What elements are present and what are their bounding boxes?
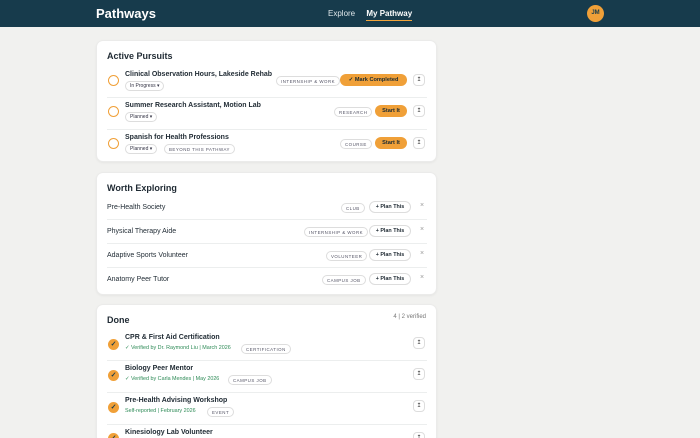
verification-note: ✓ Verified by Dr. Raymond Liu | March 20… bbox=[125, 345, 231, 351]
upload-icon[interactable]: ↥ bbox=[413, 74, 425, 86]
close-icon[interactable]: × bbox=[420, 202, 424, 209]
explore-title: Pre-Health Society bbox=[107, 204, 166, 211]
pursuit-title: Clinical Observation Hours, Lakeside Reh… bbox=[125, 71, 273, 78]
status-dropdown[interactable]: Planned ▾ bbox=[125, 144, 158, 154]
mark-completed-button[interactable]: ✓ Mark Completed bbox=[340, 74, 407, 86]
close-icon[interactable]: × bbox=[420, 250, 424, 257]
plan-this-button[interactable]: + Plan This bbox=[369, 249, 411, 261]
explore-title: Physical Therapy Aide bbox=[107, 228, 177, 235]
close-icon[interactable]: × bbox=[420, 226, 424, 233]
app-title[interactable]: Pathways bbox=[96, 6, 156, 21]
done-title: CPR & First Aid Certification bbox=[125, 334, 220, 341]
check-icon: ✓ bbox=[108, 402, 119, 413]
category-tag: Club bbox=[341, 203, 365, 213]
main-nav: Explore My Pathway bbox=[328, 9, 421, 21]
done-row: ✓ Kinesiology Lab Volunteer ↥ bbox=[107, 425, 427, 438]
section-title: Worth Exploring bbox=[107, 183, 177, 193]
explore-title: Adaptive Sports Volunteer bbox=[107, 252, 188, 259]
plan-this-button[interactable]: + Plan This bbox=[369, 273, 411, 285]
done-row: ✓ Biology Peer Mentor ✓ Verified by Carl… bbox=[107, 361, 427, 393]
upload-icon[interactable]: ↥ bbox=[413, 137, 425, 149]
active-pursuits-card: Active Pursuits Clinical Observation Hou… bbox=[96, 40, 437, 162]
plan-this-button[interactable]: + Plan This bbox=[369, 225, 411, 237]
upload-icon[interactable]: ↥ bbox=[413, 368, 425, 380]
pursuit-row: Summer Research Assistant, Motion Lab Pl… bbox=[107, 98, 427, 130]
explore-title: Anatomy Peer Tutor bbox=[107, 276, 170, 283]
explore-row: Anatomy Peer Tutor Campus Job + Plan Thi… bbox=[107, 268, 427, 292]
category-tag: Campus Job bbox=[228, 375, 272, 385]
done-count: 4 | 2 verified bbox=[393, 314, 426, 320]
upload-icon[interactable]: ↥ bbox=[413, 337, 425, 349]
done-title: Pre-Health Advising Workshop bbox=[125, 397, 228, 404]
avatar[interactable]: JM bbox=[587, 5, 604, 22]
done-card: Done 4 | 2 verified ✓ CPR & First Aid Ce… bbox=[96, 304, 437, 438]
pursuit-row: Clinical Observation Hours, Lakeside Reh… bbox=[107, 67, 427, 98]
check-icon: ✓ bbox=[108, 433, 119, 438]
top-bar: Pathways Explore My Pathway JM bbox=[0, 0, 700, 27]
category-tag: Campus Job bbox=[322, 275, 366, 285]
explore-row: Physical Therapy Aide Internship & Work … bbox=[107, 220, 427, 244]
category-tag: Course bbox=[340, 139, 372, 149]
category-tag: Internship & Work bbox=[304, 227, 369, 237]
verification-note: ✓ Verified by Carla Mendes | May 2026 bbox=[125, 376, 220, 382]
worth-exploring-card: Worth Exploring Pre-Health Society Club … bbox=[96, 172, 437, 295]
done-title: Biology Peer Mentor bbox=[125, 365, 194, 372]
explore-row: Adaptive Sports Volunteer Volunteer + Pl… bbox=[107, 244, 427, 268]
done-row: ✓ CPR & First Aid Certification ✓ Verifi… bbox=[107, 330, 427, 361]
pursuit-row: Spanish for Health Professions Planned ▾… bbox=[107, 130, 427, 161]
check-icon: ✓ bbox=[108, 370, 119, 381]
category-tag: Certification bbox=[241, 344, 291, 354]
beyond-pathway-tag: Beyond this pathway bbox=[164, 144, 235, 154]
status-circle-icon[interactable] bbox=[108, 106, 119, 117]
pursuit-title: Spanish for Health Professions bbox=[125, 134, 229, 141]
category-tag: Internship & Work bbox=[276, 76, 341, 86]
done-title: Kinesiology Lab Volunteer bbox=[125, 429, 213, 436]
done-row: ✓ Pre-Health Advising Workshop Self-repo… bbox=[107, 393, 427, 425]
explore-row: Pre-Health Society Club + Plan This × bbox=[107, 196, 427, 220]
category-tag: Research bbox=[334, 107, 373, 117]
pursuit-title: Summer Research Assistant, Motion Lab bbox=[125, 102, 261, 109]
status-circle-icon[interactable] bbox=[108, 75, 119, 86]
plan-this-button[interactable]: + Plan This bbox=[369, 201, 411, 213]
upload-icon[interactable]: ↥ bbox=[413, 432, 425, 438]
close-icon[interactable]: × bbox=[420, 274, 424, 281]
start-it-button[interactable]: Start It bbox=[375, 137, 407, 149]
status-dropdown[interactable]: Planned ▾ bbox=[125, 112, 158, 122]
status-circle-icon[interactable] bbox=[108, 138, 119, 149]
section-title: Active Pursuits bbox=[107, 51, 173, 61]
check-icon: ✓ bbox=[108, 339, 119, 350]
nav-explore[interactable]: Explore bbox=[328, 9, 355, 18]
section-title: Done bbox=[107, 315, 130, 325]
upload-icon[interactable]: ↥ bbox=[413, 400, 425, 412]
status-dropdown[interactable]: In Progress ▾ bbox=[125, 81, 165, 91]
nav-my-pathway[interactable]: My Pathway bbox=[366, 9, 413, 21]
start-it-button[interactable]: Start It bbox=[375, 105, 407, 117]
category-tag: Volunteer bbox=[326, 251, 368, 261]
category-tag: Event bbox=[207, 407, 235, 417]
self-reported-note: Self-reported | February 2026 bbox=[125, 408, 196, 414]
upload-icon[interactable]: ↥ bbox=[413, 105, 425, 117]
